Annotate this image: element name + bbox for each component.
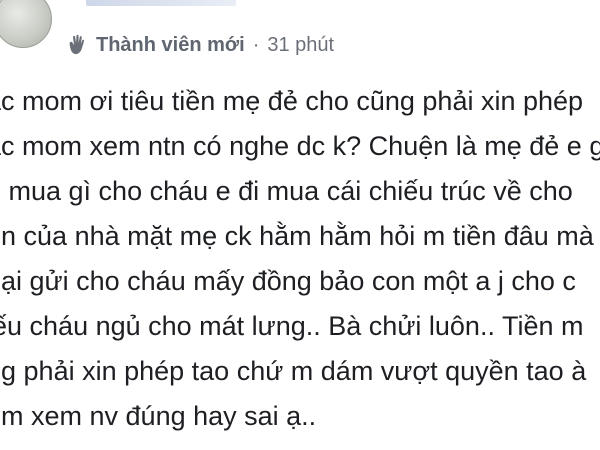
post-timestamp[interactable]: 31 phút [267, 34, 334, 57]
post-header: Thành viên mới · 31 phút [0, 0, 600, 66]
post-text-line: iếu cháu ngủ cho mát lưng.. Bà chửi luôn… [0, 311, 584, 341]
post-body: ác mom ơi tiêu tiền mẹ đẻ cho cũng phải … [0, 84, 600, 450]
avatar[interactable] [0, 0, 52, 48]
post-text-line: o mua gì cho cháu e đi mua cái chiếu trú… [0, 176, 573, 206]
post-text-line: om xem nv đúng hay sai ạ.. [0, 401, 317, 431]
wave-hand-icon [64, 33, 88, 57]
meta-separator: · [252, 33, 260, 56]
new-member-badge[interactable]: Thành viên mới [96, 34, 245, 57]
post-text-line: ác mom xem ntn có nghe dc k? Chuện là mẹ… [0, 131, 600, 161]
post-text-line: oại gửi cho cháu mấy đồng bảo con một a … [0, 266, 576, 296]
post-text-line: ác mom ơi tiêu tiền mẹ đẻ cho cũng phải … [0, 86, 584, 116]
post-text-line: ền của nhà mặt mẹ ck hằm hằm hỏi m tiền … [0, 221, 594, 251]
post-text-line: ng phải xin phép tao chứ m dám vượt quyề… [0, 356, 587, 386]
author-name-partial[interactable] [86, 0, 236, 6]
post-meta: Thành viên mới · 31 phút [64, 32, 334, 58]
